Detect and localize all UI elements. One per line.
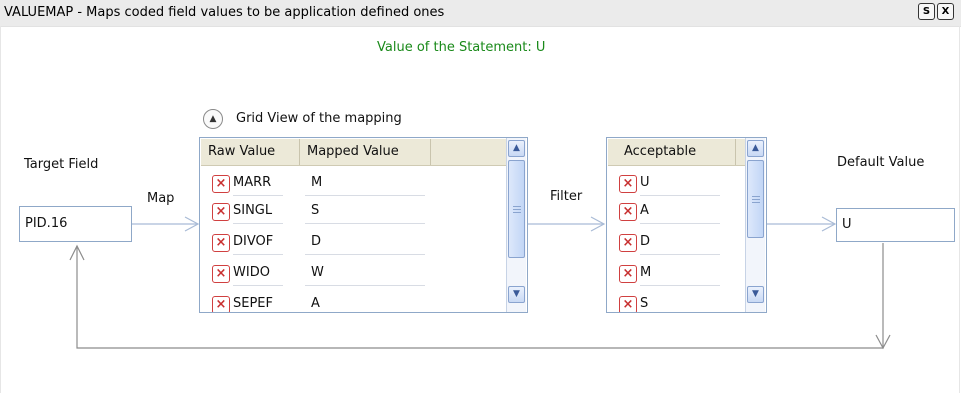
arrow-down-icon[interactable]: ▼ bbox=[747, 286, 764, 303]
chevron-up-icon: ▲ bbox=[209, 114, 217, 124]
grip-line bbox=[752, 199, 760, 200]
target-field-label: Target Field bbox=[24, 157, 99, 172]
close-x-icon[interactable]: × bbox=[619, 296, 637, 312]
cell-underline bbox=[233, 195, 283, 196]
raw-value-cell[interactable]: SINGL bbox=[233, 203, 285, 218]
cell-underline bbox=[640, 285, 720, 286]
mapping-grid: Raw Value Mapped Value × MARR M × SINGL … bbox=[199, 137, 528, 313]
table-row: × MARR M bbox=[201, 172, 501, 203]
target-field-input[interactable]: PID.16 bbox=[19, 206, 132, 242]
scroll-thumb[interactable] bbox=[747, 160, 764, 238]
raw-value-cell[interactable]: DIVOF bbox=[233, 234, 285, 249]
raw-value-cell[interactable]: MARR bbox=[233, 175, 285, 190]
arrow-down-icon[interactable]: ▼ bbox=[508, 286, 525, 303]
close-x-icon[interactable]: × bbox=[619, 234, 637, 252]
raw-value-cell[interactable]: WIDO bbox=[233, 265, 285, 280]
acceptable-value-cell[interactable]: U bbox=[640, 175, 692, 190]
column-header-raw[interactable]: Raw Value bbox=[201, 139, 300, 165]
close-x-icon[interactable]: × bbox=[619, 203, 637, 221]
arrow-up-icon[interactable]: ▲ bbox=[747, 140, 764, 157]
cell-underline bbox=[640, 223, 720, 224]
close-x-icon[interactable]: × bbox=[212, 203, 230, 221]
close-x-icon[interactable]: × bbox=[212, 234, 230, 252]
cell-underline bbox=[305, 254, 425, 255]
cell-underline bbox=[305, 195, 425, 196]
list-item: × S bbox=[608, 293, 738, 312]
acceptable-value-cell[interactable]: M bbox=[640, 265, 692, 280]
close-x-icon[interactable]: × bbox=[212, 296, 230, 312]
list-item: × U bbox=[608, 172, 738, 203]
scroll-thumb[interactable] bbox=[508, 160, 525, 258]
mapped-value-cell[interactable]: S bbox=[311, 203, 319, 218]
cell-underline bbox=[640, 195, 720, 196]
mapping-grid-header: Raw Value Mapped Value bbox=[201, 139, 506, 166]
list-item: × D bbox=[608, 231, 738, 262]
grip-line bbox=[513, 209, 521, 210]
cell-underline bbox=[640, 254, 720, 255]
filter-grid-scrollbar[interactable]: ▲ ▼ bbox=[745, 138, 765, 312]
grid-view-label: Grid View of the mapping bbox=[236, 111, 402, 126]
cell-underline bbox=[233, 223, 283, 224]
table-row: × SINGL S bbox=[201, 200, 501, 231]
cell-underline bbox=[233, 254, 283, 255]
filter-label: Filter bbox=[550, 189, 583, 204]
cell-underline bbox=[233, 285, 283, 286]
raw-value-cell[interactable]: SEPEF bbox=[233, 296, 285, 311]
mapped-value-cell[interactable]: M bbox=[311, 175, 322, 190]
close-x-icon[interactable]: × bbox=[619, 175, 637, 193]
collapse-grid-button[interactable]: ▲ bbox=[203, 109, 223, 129]
list-item: × A bbox=[608, 200, 738, 231]
grip-line bbox=[752, 196, 760, 197]
acceptable-value-cell[interactable]: A bbox=[640, 203, 692, 218]
grip-line bbox=[513, 212, 521, 213]
table-row: × SEPEF A bbox=[201, 293, 501, 312]
close-x-icon[interactable]: × bbox=[212, 175, 230, 193]
cell-underline bbox=[305, 285, 425, 286]
acceptable-value-cell[interactable]: S bbox=[640, 296, 692, 311]
map-label: Map bbox=[147, 191, 175, 206]
mapped-value-cell[interactable]: A bbox=[311, 296, 320, 311]
column-header-mapped[interactable]: Mapped Value bbox=[300, 139, 431, 165]
table-row: × DIVOF D bbox=[201, 231, 501, 262]
mapped-value-cell[interactable]: W bbox=[311, 265, 324, 280]
mapped-value-cell[interactable]: D bbox=[311, 234, 321, 249]
grip-line bbox=[513, 206, 521, 207]
list-item: × M bbox=[608, 262, 738, 293]
default-value-input[interactable]: U bbox=[836, 208, 955, 242]
acceptable-value-cell[interactable]: D bbox=[640, 234, 692, 249]
cell-underline bbox=[305, 223, 425, 224]
close-x-icon[interactable]: × bbox=[619, 265, 637, 283]
column-header-acceptable[interactable]: Acceptable bbox=[608, 139, 736, 165]
table-row: × WIDO W bbox=[201, 262, 501, 293]
filter-grid-header: Acceptable bbox=[608, 139, 745, 166]
default-value-label: Default Value bbox=[837, 155, 925, 170]
mapping-grid-scrollbar[interactable]: ▲ ▼ bbox=[506, 138, 526, 312]
filter-grid: Acceptable × U × A × D × M × S ▲ ▼ bbox=[606, 137, 767, 313]
close-x-icon[interactable]: × bbox=[212, 265, 230, 283]
arrow-up-icon[interactable]: ▲ bbox=[508, 140, 525, 157]
grip-line bbox=[752, 202, 760, 203]
